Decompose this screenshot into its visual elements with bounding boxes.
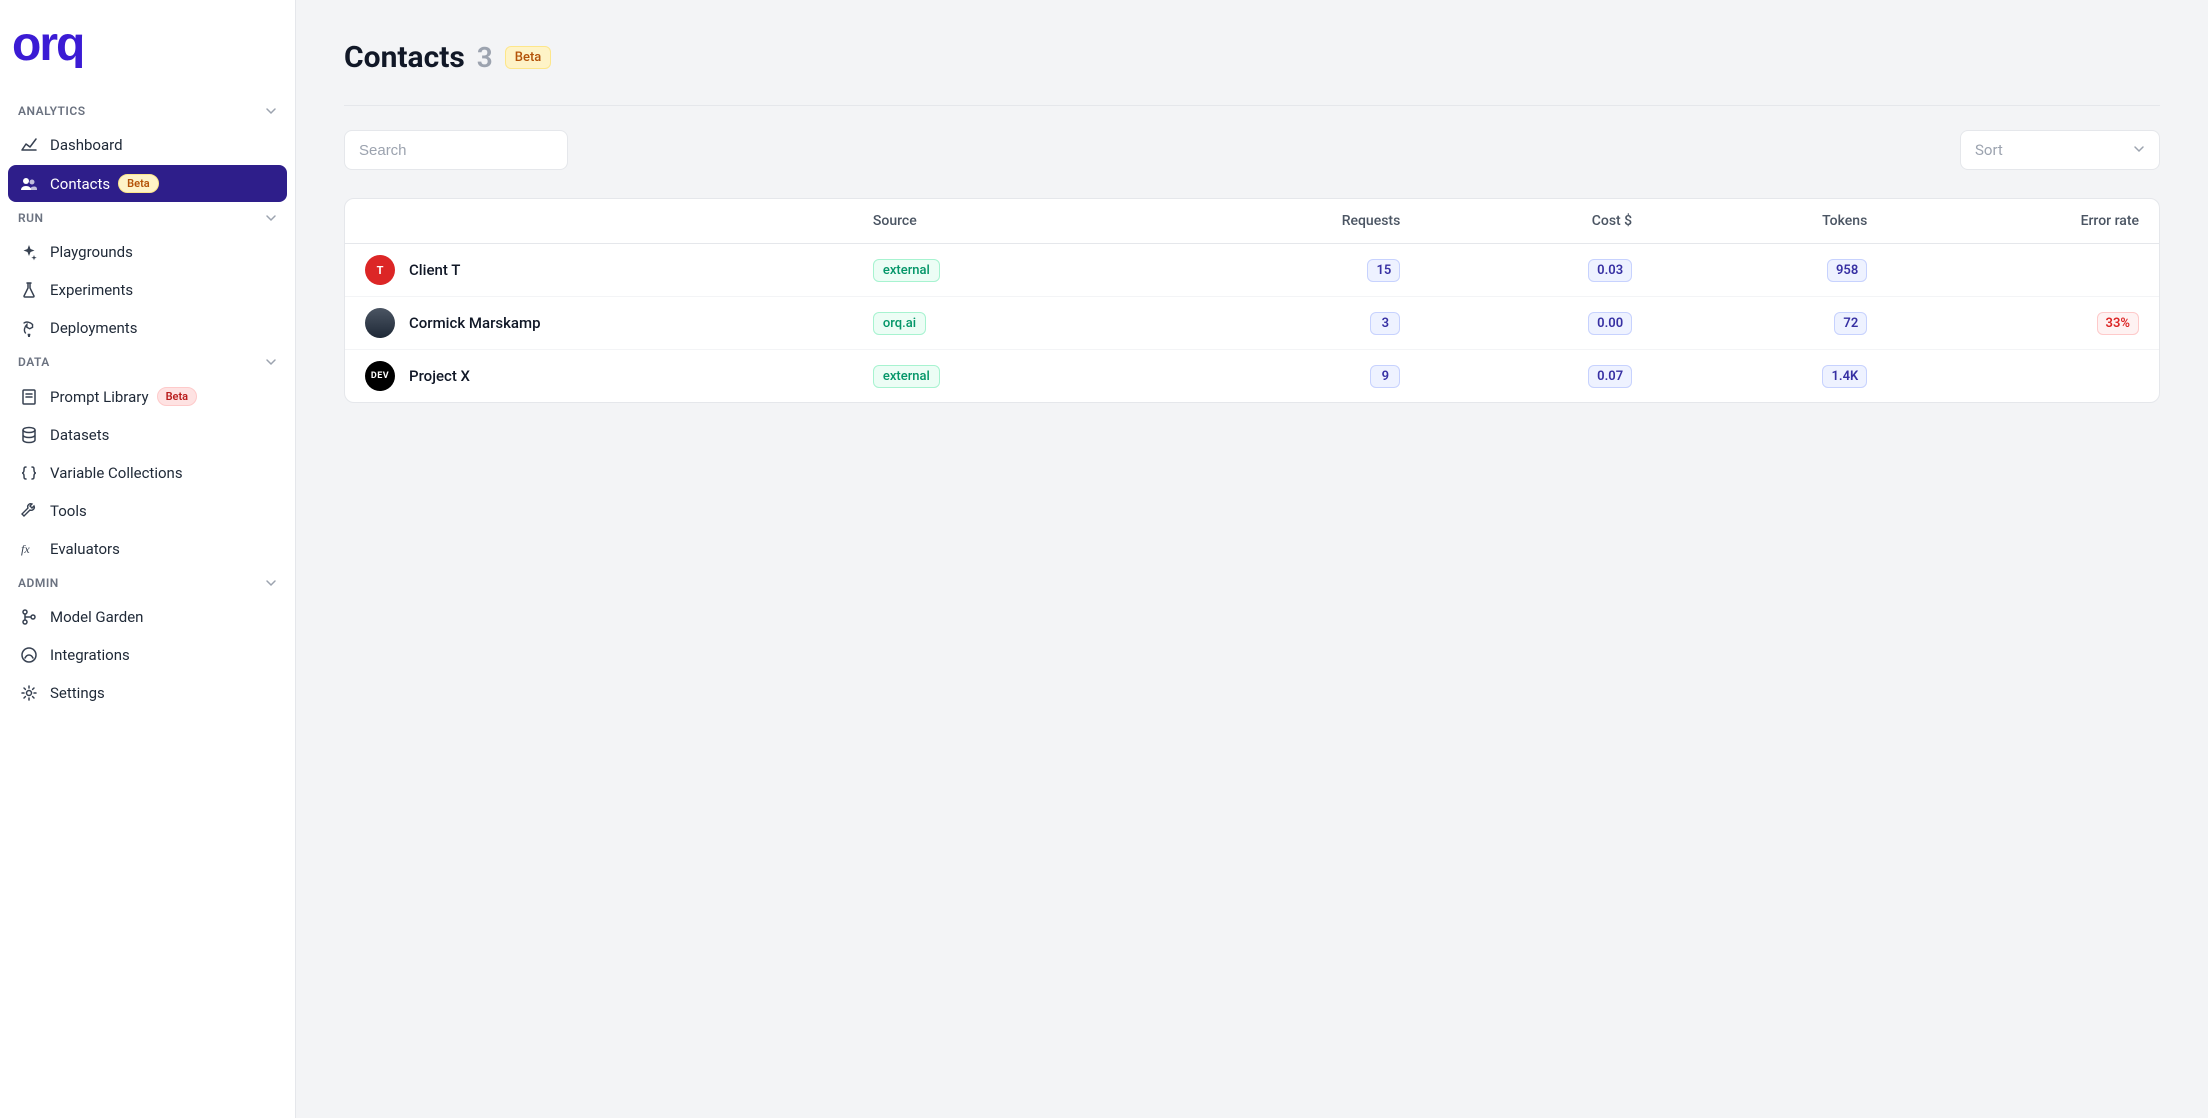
sparkles-icon bbox=[20, 243, 38, 261]
col-source: Source bbox=[853, 199, 1148, 244]
page-title: Contacts bbox=[344, 40, 465, 75]
cost-badge: 0.07 bbox=[1588, 365, 1632, 388]
contact-name: Client T bbox=[409, 261, 460, 279]
source-badge: external bbox=[873, 259, 940, 282]
sidebar: orq ANALYTICS Dashboard Contacts Beta RU… bbox=[0, 0, 296, 1118]
source-badge: orq.ai bbox=[873, 312, 926, 335]
avatar: T bbox=[365, 255, 395, 285]
beta-badge: Beta bbox=[157, 387, 198, 406]
chevron-down-icon bbox=[265, 356, 277, 368]
users-icon bbox=[20, 175, 38, 193]
tokens-badge: 1.4K bbox=[1822, 365, 1867, 388]
sidebar-item-label: Settings bbox=[50, 684, 105, 702]
sidebar-item-label: Integrations bbox=[50, 646, 130, 664]
sidebar-item-label: Model Garden bbox=[50, 608, 143, 626]
sort-placeholder: Sort bbox=[1975, 141, 2003, 159]
sidebar-item-label: Prompt Library bbox=[50, 388, 149, 406]
contacts-table: Source Requests Cost $ Tokens Error rate… bbox=[344, 198, 2160, 403]
avatar bbox=[365, 308, 395, 338]
section-header-admin[interactable]: ADMIN bbox=[8, 568, 287, 598]
section-header-analytics[interactable]: ANALYTICS bbox=[8, 96, 287, 126]
col-error-rate: Error rate bbox=[1887, 199, 2159, 244]
col-tokens: Tokens bbox=[1652, 199, 1887, 244]
sidebar-item-label: Variable Collections bbox=[50, 464, 183, 482]
error-rate-badge: 33% bbox=[2097, 312, 2139, 335]
book-icon bbox=[20, 388, 38, 406]
contact-name: Project X bbox=[409, 367, 470, 385]
section-label: ADMIN bbox=[18, 576, 59, 590]
function-icon: fx bbox=[20, 540, 38, 558]
sidebar-item-experiments[interactable]: Experiments bbox=[8, 272, 287, 308]
svg-text:fx: fx bbox=[21, 542, 30, 556]
flask-icon bbox=[20, 281, 38, 299]
table-header-row: Source Requests Cost $ Tokens Error rate bbox=[345, 199, 2159, 244]
contact-name: Cormick Marskamp bbox=[409, 314, 541, 332]
source-badge: external bbox=[873, 365, 940, 388]
cost-badge: 0.00 bbox=[1588, 312, 1632, 335]
section-header-run[interactable]: RUN bbox=[8, 203, 287, 233]
svg-text:orq: orq bbox=[12, 18, 83, 68]
tokens-badge: 958 bbox=[1827, 259, 1867, 282]
sidebar-item-label: Tools bbox=[50, 502, 87, 520]
beta-badge: Beta bbox=[118, 174, 159, 193]
sidebar-item-deployments[interactable]: Deployments bbox=[8, 310, 287, 346]
page-count: 3 bbox=[477, 41, 493, 74]
chart-line-icon bbox=[20, 136, 38, 154]
sidebar-item-dashboard[interactable]: Dashboard bbox=[8, 127, 287, 163]
tokens-badge: 72 bbox=[1834, 312, 1867, 335]
section-header-data[interactable]: DATA bbox=[8, 347, 287, 377]
sidebar-item-label: Playgrounds bbox=[50, 243, 133, 261]
sidebar-item-integrations[interactable]: Integrations bbox=[8, 637, 287, 673]
col-name bbox=[345, 199, 853, 244]
col-requests: Requests bbox=[1148, 199, 1420, 244]
table-row[interactable]: T Client T external 15 0.03 958 bbox=[345, 244, 2159, 297]
cost-badge: 0.03 bbox=[1588, 259, 1632, 282]
table-row[interactable]: Cormick Marskamp orq.ai 3 0.00 72 33% bbox=[345, 297, 2159, 350]
section-label: DATA bbox=[18, 355, 50, 369]
sidebar-item-label: Datasets bbox=[50, 426, 109, 444]
main-content: Contacts 3 Beta Sort Source bbox=[296, 0, 2208, 1118]
sidebar-item-datasets[interactable]: Datasets bbox=[8, 417, 287, 453]
sort-select[interactable]: Sort bbox=[1960, 130, 2160, 170]
sidebar-item-playgrounds[interactable]: Playgrounds bbox=[8, 234, 287, 270]
sidebar-item-label: Deployments bbox=[50, 319, 137, 337]
sidebar-item-settings[interactable]: Settings bbox=[8, 675, 287, 711]
section-label: ANALYTICS bbox=[18, 104, 86, 118]
section-label: RUN bbox=[18, 211, 44, 225]
search-input[interactable] bbox=[344, 130, 568, 170]
sidebar-item-variable-collections[interactable]: Variable Collections bbox=[8, 455, 287, 491]
sidebar-item-label: Evaluators bbox=[50, 540, 120, 558]
page-header: Contacts 3 Beta bbox=[296, 40, 2208, 75]
chevron-down-icon bbox=[2133, 141, 2145, 159]
gear-icon bbox=[20, 684, 38, 702]
database-icon bbox=[20, 426, 38, 444]
chevron-down-icon bbox=[265, 212, 277, 224]
divider bbox=[344, 105, 2160, 106]
plug-icon bbox=[20, 646, 38, 664]
sidebar-item-tools[interactable]: Tools bbox=[8, 493, 287, 529]
sidebar-item-prompt-library[interactable]: Prompt Library Beta bbox=[8, 378, 287, 415]
table-row[interactable]: DEV Project X external 9 0.07 1.4K bbox=[345, 350, 2159, 403]
requests-badge: 15 bbox=[1367, 259, 1400, 282]
wrench-icon bbox=[20, 502, 38, 520]
sidebar-item-contacts[interactable]: Contacts Beta bbox=[8, 165, 287, 202]
sidebar-item-model-garden[interactable]: Model Garden bbox=[8, 599, 287, 635]
col-cost: Cost $ bbox=[1420, 199, 1652, 244]
sidebar-item-label: Dashboard bbox=[50, 136, 123, 154]
avatar: DEV bbox=[365, 361, 395, 391]
rocket-icon bbox=[20, 319, 38, 337]
sidebar-item-label: Contacts bbox=[50, 175, 110, 193]
sidebar-item-label: Experiments bbox=[50, 281, 133, 299]
requests-badge: 3 bbox=[1370, 312, 1400, 335]
branch-icon bbox=[20, 608, 38, 626]
requests-badge: 9 bbox=[1370, 365, 1400, 388]
beta-badge: Beta bbox=[505, 46, 552, 69]
chevron-down-icon bbox=[265, 105, 277, 117]
controls-row: Sort bbox=[296, 130, 2208, 170]
brackets-icon bbox=[20, 464, 38, 482]
brand-logo[interactable]: orq bbox=[12, 18, 287, 72]
sidebar-item-evaluators[interactable]: fx Evaluators bbox=[8, 531, 287, 567]
chevron-down-icon bbox=[265, 577, 277, 589]
